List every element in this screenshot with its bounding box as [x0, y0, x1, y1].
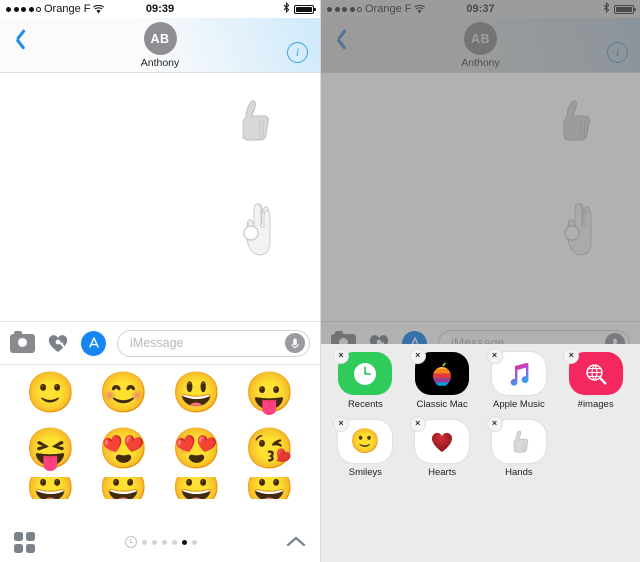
app-row-2: × 🙂 Smileys × Hearts × Hands — [327, 416, 634, 488]
app-item-images[interactable]: × #images — [557, 348, 634, 410]
emoji-partial-3[interactable]: 😀 — [172, 477, 222, 499]
imessage-placeholder: iMessage — [130, 336, 184, 350]
emoji-smiling-face[interactable]: 😊 — [99, 371, 149, 415]
chevron-up-icon[interactable] — [286, 535, 306, 549]
info-circle-icon[interactable]: i — [607, 42, 628, 63]
emoji-keyboard-left: 🙂 😊 😃 😛 😝 😍 😍 😘 😀 😀 😀 😀 — [0, 365, 320, 545]
emoji-grinning-face[interactable]: 😃 — [172, 371, 222, 415]
conversation-area-left — [0, 73, 320, 321]
contact-name-label: Anthony — [461, 57, 500, 69]
clock-label: 09:37 — [466, 3, 495, 15]
left-screen: Orange F 09:39 AB Anthony i iMessage 🙂 😊… — [0, 0, 320, 562]
app-item-smileys[interactable]: × 🙂 Smileys — [327, 416, 404, 478]
emoji-row: 😝 😍 😍 😘 — [0, 421, 320, 477]
contact-header[interactable]: AB Anthony — [0, 22, 320, 69]
recents-clock-icon[interactable] — [124, 536, 137, 548]
emoji-heart-eyes-tongue[interactable]: 😍 — [99, 427, 149, 471]
app-label: #images — [577, 399, 614, 410]
app-label: Hearts — [428, 467, 457, 478]
emoji-row: 🙂 😊 😃 😛 — [0, 365, 320, 421]
emoji-face-with-tongue-open-eyes[interactable]: 😝 — [26, 427, 76, 471]
delete-badge[interactable]: × — [333, 348, 349, 364]
thumbs-up-sticker[interactable] — [228, 95, 276, 147]
page-dot[interactable] — [161, 539, 167, 545]
nav-header-right: AB Anthony i — [321, 18, 640, 73]
avatar[interactable]: AB — [143, 22, 177, 55]
emoji-slightly-smiling-face[interactable]: 🙂 — [26, 371, 76, 415]
delete-badge[interactable]: × — [486, 348, 503, 364]
app-item-classic-mac[interactable]: × Classic Mac — [404, 348, 481, 410]
page-dot[interactable] — [151, 539, 157, 545]
delete-badge[interactable]: × — [409, 416, 426, 432]
app-slot-empty — [557, 420, 634, 478]
ok-hand-sticker — [554, 199, 600, 261]
emoji-partial-1[interactable]: 😀 — [26, 477, 76, 499]
battery-full-icon — [294, 4, 316, 14]
app-store-icon[interactable] — [81, 330, 106, 356]
camera-icon[interactable] — [10, 330, 35, 353]
app-grid-icon[interactable] — [14, 531, 35, 553]
app-item-hands[interactable]: × Hands — [481, 416, 558, 478]
digital-touch-heart-icon[interactable] — [46, 332, 70, 354]
app-item-hearts[interactable]: × Hearts — [404, 416, 481, 478]
emoji-face-with-tongue[interactable]: 😛 — [245, 371, 295, 415]
app-label: Smileys — [348, 467, 382, 478]
app-item-recents[interactable]: × Recents — [327, 348, 404, 410]
emoji-winking-face-kiss[interactable]: 😘 — [245, 427, 295, 471]
clock-label: 09:39 — [145, 3, 175, 15]
contact-name-label: Anthony — [140, 57, 180, 69]
message-toolbar-left: iMessage — [0, 321, 320, 365]
app-manage-drawer: × Recents × Classic Mac × Apple Music × … — [321, 344, 640, 562]
info-circle-icon[interactable]: i — [287, 42, 308, 63]
page-dot[interactable] — [141, 539, 147, 545]
app-label: Apple Music — [493, 399, 545, 410]
app-label: Classic Mac — [416, 399, 468, 410]
app-row-1: × Recents × Classic Mac × Apple Music × … — [327, 348, 634, 420]
emoji-partial-2[interactable]: 😀 — [99, 477, 149, 499]
nav-header-left: AB Anthony i — [0, 18, 320, 73]
page-dot[interactable] — [171, 539, 177, 545]
delete-badge[interactable]: × — [486, 416, 503, 432]
status-bar-left: Orange F 09:39 — [0, 0, 320, 18]
contact-header[interactable]: AB Anthony — [321, 22, 640, 69]
delete-badge[interactable]: × — [409, 348, 426, 364]
ok-hand-sticker[interactable] — [233, 199, 279, 261]
thumbs-up-sticker — [549, 95, 597, 147]
smiley-glyph: 🙂 — [350, 427, 381, 455]
delete-badge[interactable]: × — [333, 416, 349, 432]
emoji-row-partial: 😀 😀 😀 😀 — [0, 477, 320, 499]
microphone-icon[interactable] — [285, 333, 305, 353]
app-label: Hands — [505, 467, 533, 478]
page-dot[interactable] — [191, 539, 197, 545]
conversation-area-right — [321, 73, 640, 321]
imessage-input[interactable]: iMessage — [117, 329, 310, 357]
status-bar-right: Orange F 09:37 — [321, 0, 640, 18]
app-item-apple-music[interactable]: × Apple Music — [481, 348, 558, 410]
emoji-partial-4[interactable]: 😀 — [245, 477, 295, 499]
app-drawer-bar-left — [0, 522, 320, 562]
avatar[interactable]: AB — [464, 22, 497, 55]
emoji-smiling-face-with-heart-eyes[interactable]: 😍 — [172, 427, 222, 471]
page-dot-active[interactable] — [181, 539, 187, 545]
screenshot-root: Orange F 09:39 AB Anthony i iMessage 🙂 😊… — [0, 0, 640, 562]
battery-full-icon — [614, 4, 636, 14]
page-indicator — [35, 536, 286, 548]
right-screen: Orange F 09:37 AB Anthony i iMessage × R… — [320, 0, 640, 562]
app-label: Recents — [347, 399, 383, 410]
